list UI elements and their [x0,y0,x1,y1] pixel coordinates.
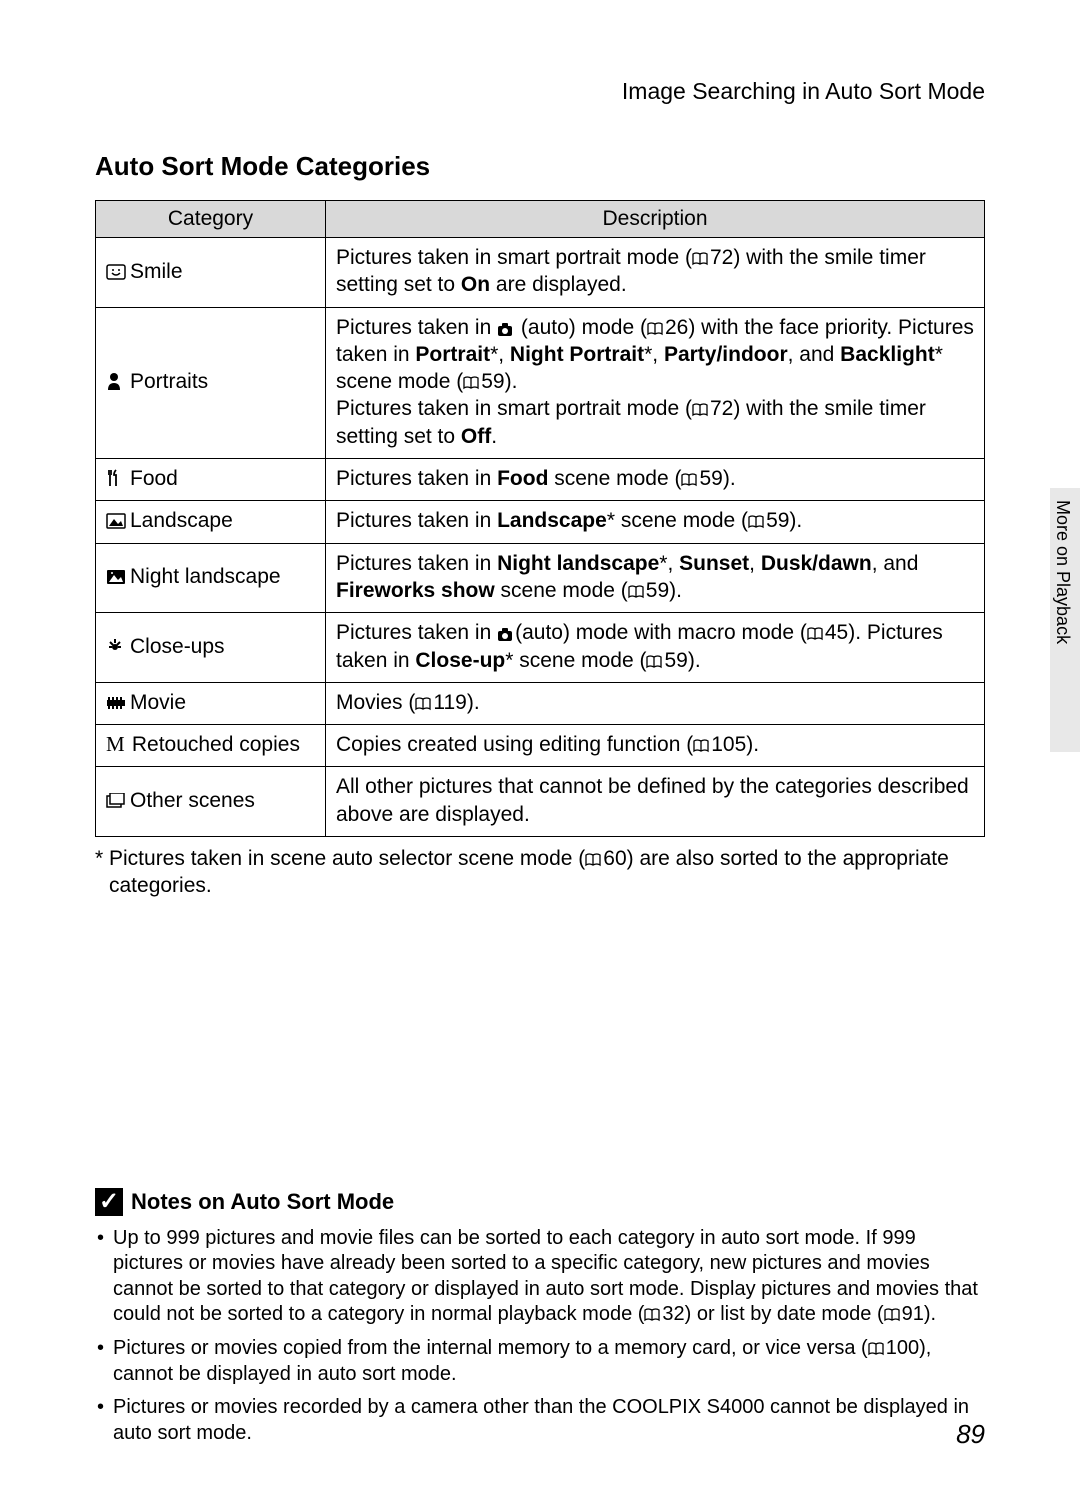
other-scenes-icon [106,789,126,805]
food-label: Food [130,467,178,490]
section-heading: Auto Sort Mode Categories [95,151,985,182]
retouched-icon: M [106,731,126,758]
book-icon [463,376,479,390]
smile-label: Smile [130,260,183,283]
camera-icon [497,322,513,336]
portraits-label: Portraits [130,370,208,393]
row-retouched: M Retouched copies Copies created using … [96,725,985,767]
night-landscape-icon [106,565,126,581]
book-icon [807,627,823,641]
row-landscape: Landscape Pictures taken in Landscape* s… [96,501,985,543]
notes-heading: ✓ Notes on Auto Sort Mode [95,1188,985,1216]
landscape-icon [106,509,126,525]
portraits-icon [106,370,126,386]
closeups-icon [106,635,126,651]
row-food: Food Pictures taken in Food scene mode (… [96,459,985,501]
note-item: Pictures or movies recorded by a camera … [95,1395,985,1446]
night-landscape-label: Night landscape [130,565,281,588]
book-icon [415,697,431,711]
book-icon [693,739,709,753]
book-icon [868,1342,884,1356]
smile-icon [106,260,126,276]
movie-icon [106,691,126,707]
book-icon [644,1308,660,1322]
book-icon [628,585,644,599]
row-portraits: Portraits Pictures taken in (auto) mode … [96,307,985,458]
food-icon [106,467,126,483]
footnote: * Pictures taken in scene auto selector … [95,845,985,900]
notes-list: Up to 999 pictures and movie files can b… [95,1226,985,1447]
row-smile: Smile Pictures taken in smart portrait m… [96,238,985,308]
landscape-label: Landscape [130,509,233,532]
book-icon [692,252,708,266]
col-description: Description [326,201,985,238]
note-item: Up to 999 pictures and movie files can b… [95,1226,985,1328]
retouched-label: Retouched copies [132,733,300,756]
book-icon [884,1308,900,1322]
book-icon [748,515,764,529]
book-icon [585,853,601,867]
book-icon [692,403,708,417]
book-icon [681,473,697,487]
closeups-label: Close-ups [130,635,225,658]
movie-label: Movie [130,691,186,714]
row-movie: Movie Movies (119). [96,682,985,724]
note-item: Pictures or movies copied from the inter… [95,1336,985,1387]
side-tab: More on Playback [1050,488,1080,752]
page-number: 89 [956,1419,985,1450]
camera-icon [497,627,513,641]
check-icon: ✓ [95,1188,123,1216]
row-night-landscape: Night landscape Pictures taken in Night … [96,543,985,613]
other-label: Other scenes [130,789,255,812]
row-closeups: Close-ups Pictures taken in (auto) mode … [96,613,985,683]
book-icon [646,655,662,669]
row-other: Other scenes All other pictures that can… [96,767,985,837]
breadcrumb: Image Searching in Auto Sort Mode [95,78,985,105]
book-icon [647,322,663,336]
col-category: Category [96,201,326,238]
categories-table: Category Description Smile Pictures take… [95,200,985,837]
